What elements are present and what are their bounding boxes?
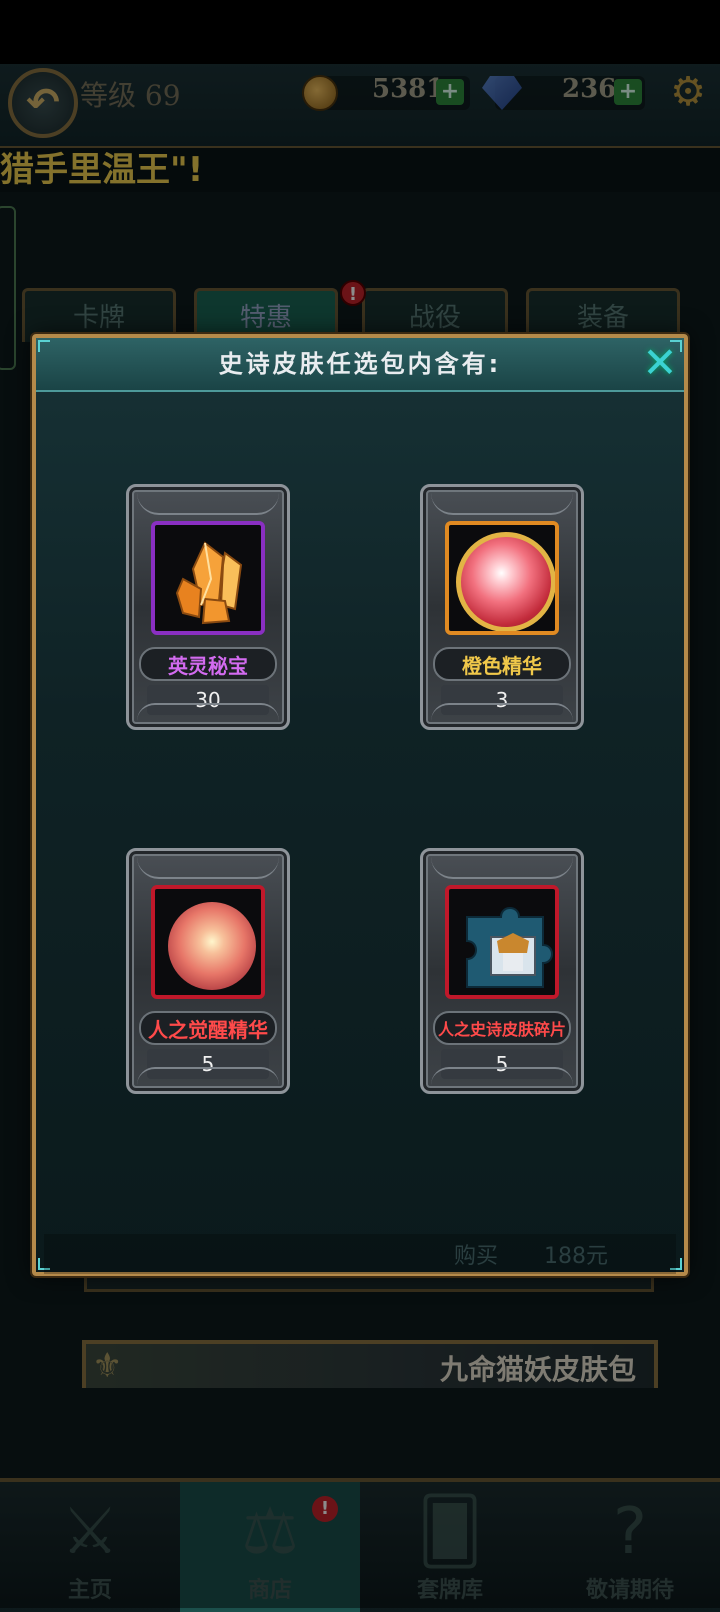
card-ornament	[431, 493, 573, 515]
reward-item-card[interactable]: 人之觉醒精华 5	[126, 848, 290, 1094]
reward-item-card[interactable]: 人之史诗皮肤碎片 5	[420, 848, 584, 1094]
reward-item-card[interactable]: 英灵秘宝 30	[126, 484, 290, 730]
card-ornament	[137, 493, 279, 515]
card-ornament	[431, 1067, 573, 1085]
card-ornament	[431, 857, 573, 879]
buy-label: 购买	[454, 1244, 499, 1269]
corner-ornament	[670, 340, 682, 352]
item-icon-frame	[445, 885, 559, 999]
skin-fragment-icon	[457, 897, 555, 995]
dialog-title: 史诗皮肤任选包内含有:	[218, 350, 502, 378]
item-name: 人之觉醒精华	[139, 1011, 277, 1045]
dialog-footer-shadow: 购买 188元	[44, 1234, 676, 1274]
card-ornament	[137, 1067, 279, 1085]
price-label: 188元	[544, 1244, 608, 1269]
card-ornament	[431, 703, 573, 721]
item-icon-frame	[151, 521, 265, 635]
dialog-header: 史诗皮肤任选包内含有: ✕	[36, 338, 684, 392]
red-gem-icon	[456, 532, 555, 631]
pack-contents-dialog: 史诗皮肤任选包内含有: ✕ 英灵秘宝 30 橙色精华 3 人之觉醒精华 5 人之…	[32, 334, 688, 1276]
reward-item-card[interactable]: 橙色精华 3	[420, 484, 584, 730]
orange-crystal-icon	[175, 541, 243, 625]
essence-orb-icon	[168, 902, 256, 990]
status-bar	[0, 0, 720, 64]
item-name: 橙色精华	[433, 647, 571, 681]
card-ornament	[137, 703, 279, 721]
card-ornament	[137, 857, 279, 879]
item-name: 人之史诗皮肤碎片	[433, 1011, 571, 1045]
item-icon-frame	[445, 521, 559, 635]
item-name: 英灵秘宝	[139, 647, 277, 681]
corner-ornament	[38, 340, 50, 352]
item-icon-frame	[151, 885, 265, 999]
